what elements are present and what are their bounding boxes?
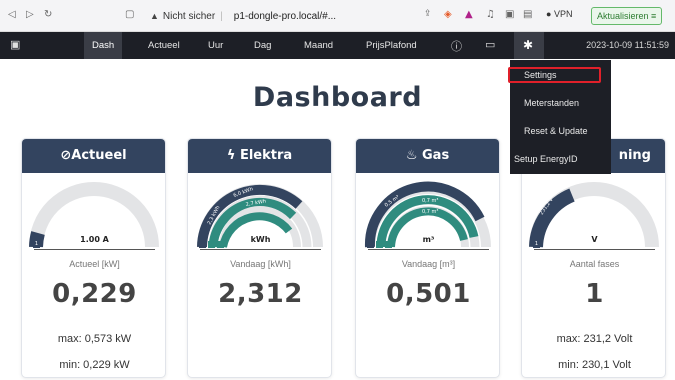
warning-icon: ▲ xyxy=(150,11,159,21)
arc-label: 0,7 m³ xyxy=(422,209,438,215)
card-elektra: ϟ Elektra 2,3 kWh 6,0 kWh 2,7 kWh kWh Va… xyxy=(187,138,332,378)
sub-label: Aantal fases xyxy=(569,259,620,269)
sub-label: Actueel [kW] xyxy=(69,259,120,269)
card-header: ⊘Actueel xyxy=(22,139,165,173)
menu-icon[interactable]: ▣ xyxy=(10,38,20,51)
card-gas: ♨ Gas 0,5 m³ 0,7 m³ 0,7 m³ m³ Vandaag [m… xyxy=(355,138,500,378)
forward-icon[interactable]: ▷ xyxy=(26,9,34,20)
sidebar-icon[interactable]: ▣ xyxy=(505,9,514,20)
update-button[interactable]: Aktualisieren ≡ xyxy=(591,7,663,25)
bookmark-icon[interactable]: ▢ xyxy=(125,9,134,20)
highlight-box xyxy=(508,67,601,83)
sub-label: Vandaag [m³] xyxy=(401,259,456,269)
card-header: ϟ Elektra xyxy=(188,139,331,173)
datetime: 2023-10-09 11:51:59 xyxy=(586,40,669,50)
nav-dash[interactable]: Dash xyxy=(84,32,123,59)
big-value: 0,501 xyxy=(386,279,471,309)
settings-menu-button[interactable]: ✱ xyxy=(514,32,544,59)
nav-uur[interactable]: Uur xyxy=(200,32,231,59)
menu-item-meterstanden[interactable]: Meterstanden xyxy=(524,98,579,108)
gauge-unit: V xyxy=(591,235,598,244)
browser-toolbar: ◁ ▷ ↻ ▢ ▲ Nicht sicher | p1-dongle-pro.l… xyxy=(0,0,675,32)
gauge-icon: ⊘ xyxy=(60,148,72,163)
gauge-unit: kWh xyxy=(250,235,271,244)
back-icon[interactable]: ◁ xyxy=(8,9,16,20)
wallet-icon[interactable]: ▤ xyxy=(523,9,532,20)
max-value: max: 231,2 Volt xyxy=(556,333,633,345)
card-spanning: ning 231,2 V 1 V Aantal fases 1 max: 231… xyxy=(521,138,666,378)
music-icon[interactable]: ♫ xyxy=(486,9,495,20)
big-value: 1 xyxy=(585,279,604,309)
info-icon[interactable]: ⓘ xyxy=(451,38,462,54)
card-actueel: ⊘Actueel 1 1.00 A Actueel [kW] 0,229 max… xyxy=(21,138,166,378)
bolt-icon: ϟ xyxy=(226,148,236,163)
address-bar[interactable]: ▲ Nicht sicher | p1-dongle-pro.local/#..… xyxy=(150,6,430,26)
nav-prijsplafond[interactable]: PrijsPlafond xyxy=(358,32,425,59)
gear-icon: ✱ xyxy=(523,38,534,52)
gauge-value: 1.00 A xyxy=(80,235,109,244)
reload-icon[interactable]: ↻ xyxy=(44,9,52,20)
share-icon[interactable]: ⇪ xyxy=(424,9,432,19)
app-navbar: ▣ Dash Actueel Uur Dag Maand PrijsPlafon… xyxy=(0,32,675,59)
arc-label: 0,7 m³ xyxy=(422,198,438,204)
min-value: min: 230,1 Volt xyxy=(558,359,631,371)
menu-item-setup-energyid[interactable]: Setup EnergyID xyxy=(514,154,578,164)
nav-dag[interactable]: Dag xyxy=(246,32,279,59)
brave-shield-icon[interactable]: ◈ xyxy=(444,9,452,20)
gauge-unit: m³ xyxy=(422,235,435,244)
nav-actueel[interactable]: Actueel xyxy=(140,32,188,59)
min-value: min: 0,229 kW xyxy=(59,359,130,371)
security-warning: Nicht sicher xyxy=(162,10,216,22)
flame-icon: ♨ xyxy=(405,148,418,163)
url-text: p1-dongle-pro.local/#... xyxy=(233,10,337,22)
triangle-icon[interactable]: ▲ xyxy=(465,9,473,20)
max-value: max: 0,573 kW xyxy=(57,333,132,345)
nav-maand[interactable]: Maand xyxy=(296,32,341,59)
vpn-button[interactable]: ● VPN xyxy=(546,9,572,19)
big-value: 0,229 xyxy=(52,279,137,309)
big-value: 2,312 xyxy=(218,279,303,309)
sub-label: Vandaag [kWh] xyxy=(230,259,291,269)
menu-item-reset-update[interactable]: Reset & Update xyxy=(524,126,588,136)
folder-icon[interactable]: ▭ xyxy=(485,38,495,51)
card-header: ♨ Gas xyxy=(356,139,499,173)
